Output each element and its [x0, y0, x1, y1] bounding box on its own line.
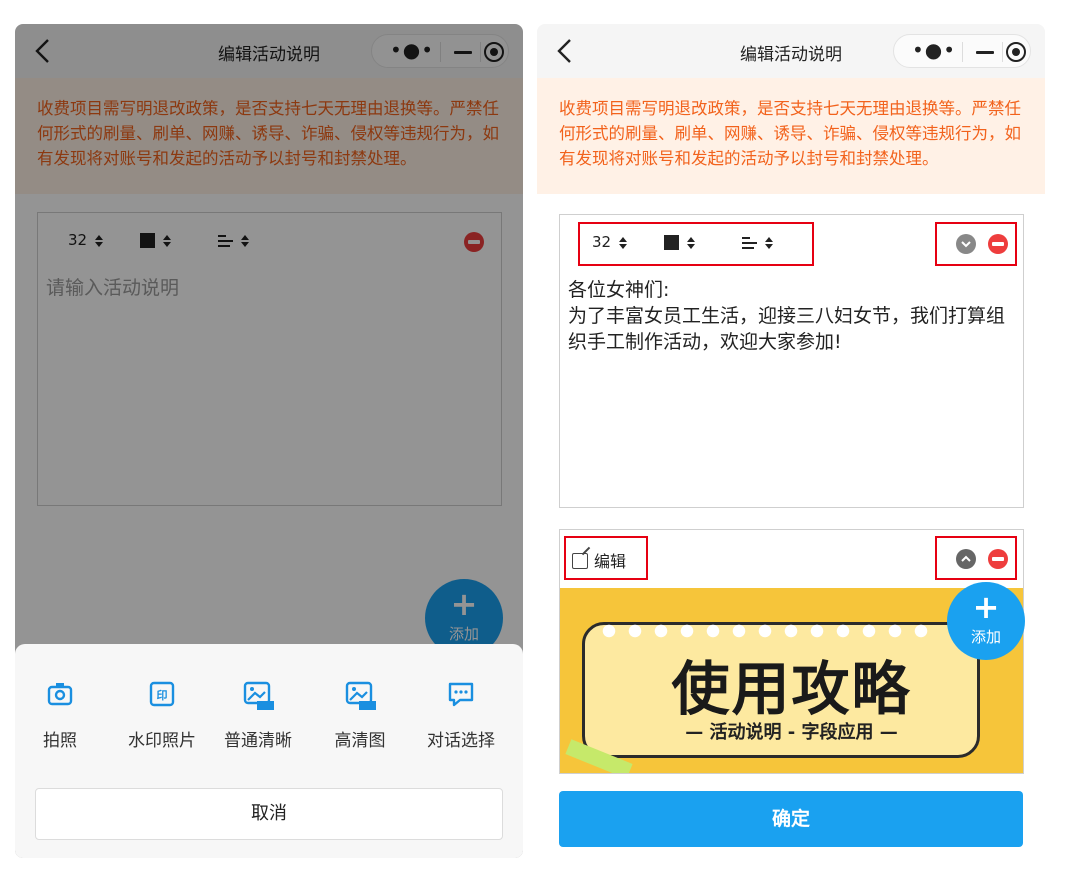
banner-subtitle: — 活动说明 - 字段应用 —: [685, 722, 898, 743]
chat-icon: [448, 682, 474, 707]
actions-highlight-box: [935, 222, 1017, 266]
album-hd-icon: [345, 681, 376, 710]
svg-text:印: 印: [157, 689, 168, 702]
option-chat-select[interactable]: 对话选择: [411, 678, 511, 751]
left-screen: 编辑活动说明 •●• 收费项目需写明退改政策，是否支持七天无理由退换等。严禁任何…: [15, 24, 523, 858]
mini-program-capsule: •●•: [893, 34, 1031, 68]
image-block: 编辑 使用攻略 — 活动说明 - 字段应用 —: [559, 529, 1024, 774]
minimize-icon[interactable]: [976, 51, 994, 54]
actions-highlight-box: [935, 536, 1017, 580]
watermark-icon: 印: [149, 681, 175, 707]
description-line-1: 各位女神们:: [568, 279, 670, 301]
option-take-photo[interactable]: 拍照: [15, 678, 110, 751]
action-sheet: 拍照 印 水印照片 普通清晰 高清图 对话选择 取消: [15, 644, 523, 858]
description-input[interactable]: 各位女神们: 为了丰富女员工生活，迎接三八妇女节，我们打算组织手工制作活动，欢迎…: [560, 277, 1023, 507]
nav-bar: 编辑活动说明 •●•: [537, 24, 1045, 78]
image-block-header: 编辑: [560, 530, 1023, 586]
close-target-icon[interactable]: [1006, 42, 1026, 62]
text-editor: 32 各位女神们: 为了丰富女员工生活，迎接三八妇女节，我们打算组织手工制作活动…: [559, 214, 1024, 508]
cancel-button[interactable]: 取消: [35, 788, 503, 840]
description-line-2: 为了丰富女员工生活，迎接三八妇女节，我们打算组织手工制作活动，欢迎大家参加!: [568, 305, 1006, 353]
more-icon[interactable]: •●•: [912, 38, 956, 62]
option-album-normal[interactable]: 普通清晰: [208, 678, 308, 751]
policy-notice: 收费项目需写明退改政策，是否支持七天无理由退换等。严禁任何形式的刷量、刷单、网赚…: [537, 78, 1045, 194]
banner-title: 使用攻略: [671, 655, 912, 723]
banner-dots: [596, 624, 936, 638]
toolbar-highlight-box: [578, 222, 814, 266]
option-album-hd[interactable]: 高清图: [310, 678, 410, 751]
right-screen: 编辑活动说明 •●• 收费项目需写明退改政策，是否支持七天无理由退换等。严禁任何…: [537, 24, 1045, 858]
editor-toolbar: 32: [560, 215, 1023, 271]
plus-icon: +: [972, 588, 1000, 626]
option-watermark-photo[interactable]: 印 水印照片: [112, 678, 212, 751]
add-button[interactable]: + 添加: [947, 582, 1025, 660]
confirm-button[interactable]: 确定: [559, 791, 1023, 847]
edit-highlight-box: [564, 536, 648, 580]
album-icon: [243, 681, 274, 710]
camera-icon: [47, 683, 73, 706]
